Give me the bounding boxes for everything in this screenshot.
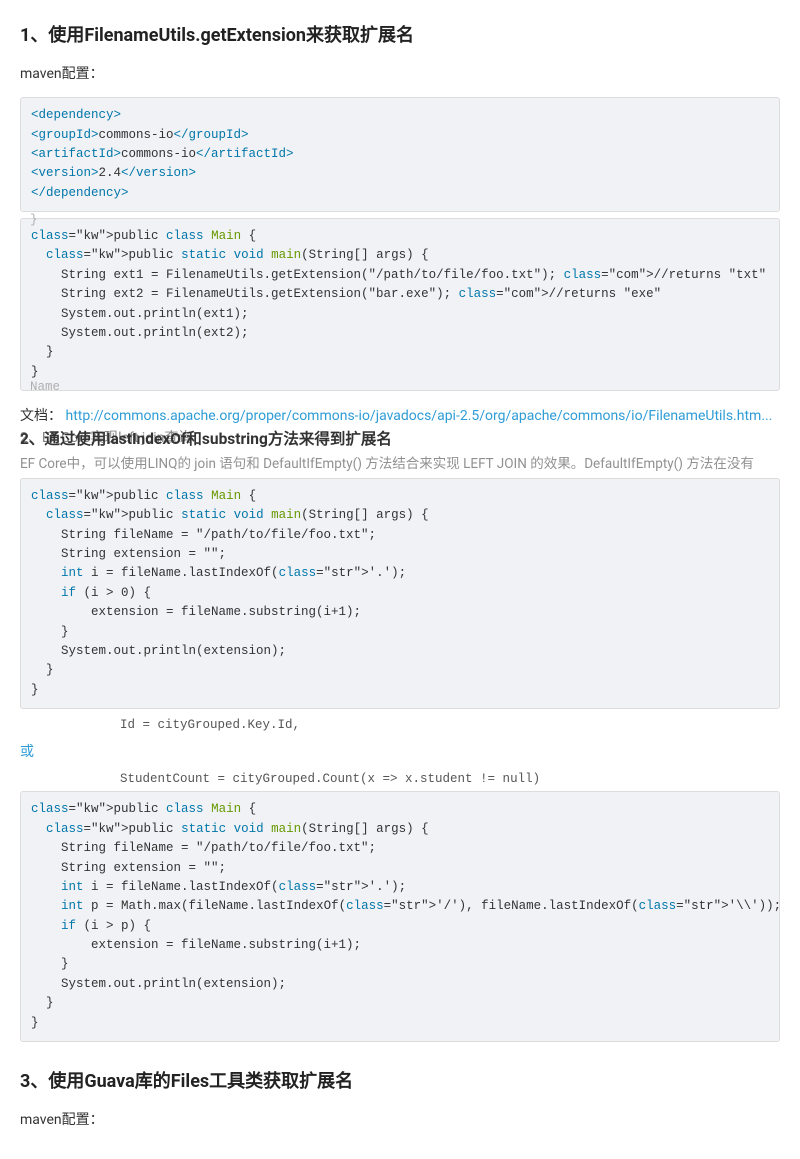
stray-code-line-2: StudentCount = cityGrouped.Count(x => x.… — [20, 769, 780, 789]
maven-config-label-2: maven配置： — [20, 1109, 780, 1131]
java-main-code-2: class="kw">public class Main { class="kw… — [20, 478, 780, 709]
stray-code-line-1: Id = cityGrouped.Key.Id, — [20, 715, 780, 735]
section1-heading: 1、使用FilenameUtils.getExtension来获取扩展名 — [20, 22, 780, 51]
or-label: 或 — [20, 741, 780, 763]
java-main-code-1: class="kw">public class Main { class="kw… — [20, 218, 780, 391]
doc-prefix: 文档： — [20, 408, 62, 424]
maven-config-label-1: maven配置： — [20, 63, 780, 85]
maven-dependency-code: <dependency> <groupId>commons-io</groupI… — [20, 97, 780, 212]
section2-heading: 2、通过使用lastIndexOf和substring方法来得到扩展名 — [20, 429, 780, 450]
ghost-paragraph-efcore: EF Core中，可以使用LINQ的 join 语句和 DefaultIfEmp… — [20, 454, 780, 476]
documentation-link[interactable]: http://commons.apache.org/proper/commons… — [65, 408, 772, 424]
java-main-code-3: class="kw">public class Main { class="kw… — [20, 791, 780, 1042]
overlapping-heading-block: 2、EF Core实现left join查询 2、通过使用lastIndexOf… — [20, 429, 780, 450]
section3-heading: 3、使用Guava库的Files工具类获取扩展名 — [20, 1068, 780, 1097]
